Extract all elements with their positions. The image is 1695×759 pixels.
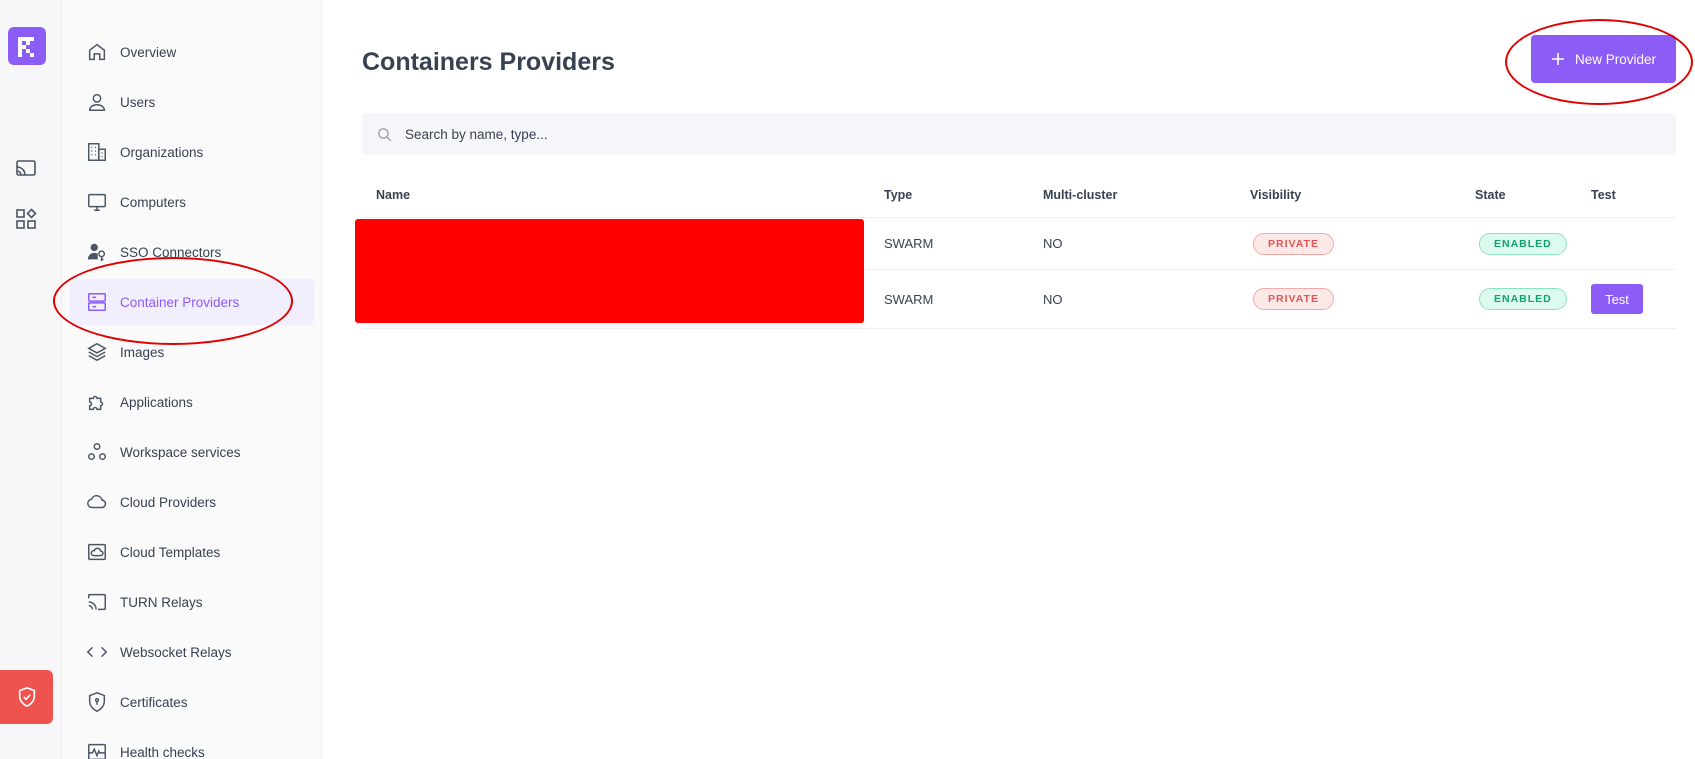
- sidebar-item-container-providers[interactable]: Container Providers: [70, 279, 314, 325]
- security-button[interactable]: [0, 670, 53, 724]
- cell-visibility: PRIVATE: [1253, 218, 1334, 269]
- code-icon: [86, 646, 108, 658]
- layers-icon: [87, 342, 107, 362]
- status-badge: ENABLED: [1479, 288, 1567, 310]
- sidebar-item-label: Workspace services: [120, 444, 241, 460]
- sidebar-item-sso-connectors[interactable]: SSO Connectors: [70, 229, 314, 275]
- sidebar-item-websocket-relays[interactable]: Websocket Relays: [70, 629, 314, 675]
- column-header-state[interactable]: State: [1475, 188, 1506, 202]
- pulse-icon: [88, 743, 106, 759]
- sidebar-item-turn-relays[interactable]: TURN Relays: [70, 579, 314, 625]
- new-provider-label: New Provider: [1574, 51, 1657, 67]
- home-icon: [88, 43, 106, 61]
- cloud-template-icon: [88, 543, 106, 561]
- sidebar-item-label: Users: [120, 94, 156, 110]
- search-icon: [378, 127, 392, 141]
- sidebar-item-label: Cloud Templates: [120, 544, 221, 560]
- sidebar-item-overview[interactable]: Overview: [70, 29, 314, 75]
- sidebar-item-certificates[interactable]: Certificates: [70, 679, 314, 725]
- search-input[interactable]: [405, 126, 1605, 142]
- sidebar-item-cloud-templates[interactable]: Cloud Templates: [70, 529, 314, 575]
- server-icon: [88, 293, 106, 311]
- user-icon: [88, 93, 106, 111]
- search-bar: [362, 113, 1676, 155]
- sidebar-item-health-checks[interactable]: Health checks: [70, 729, 314, 759]
- redaction-box: [355, 219, 864, 323]
- column-header-name[interactable]: Name: [376, 188, 410, 202]
- cell-state: ENABLED: [1479, 218, 1567, 269]
- cell-multi-cluster: NO: [1043, 236, 1063, 251]
- test-button[interactable]: Test: [1591, 284, 1643, 314]
- sidebar-item-users[interactable]: Users: [70, 79, 314, 125]
- sidebar-item-applications[interactable]: Applications: [70, 379, 314, 425]
- sidebar-item-label: Certificates: [120, 694, 188, 710]
- plus-icon: [1551, 53, 1564, 65]
- sidebar-item-label: Websocket Relays: [120, 644, 232, 660]
- sidebar: Overview Users Organizations Computers S…: [62, 0, 322, 759]
- sidebar-item-workspace-services[interactable]: Workspace services: [70, 429, 314, 475]
- sidebar-item-label: Overview: [120, 44, 177, 60]
- sidebar-item-label: Organizations: [120, 144, 204, 160]
- widgets-icon[interactable]: [14, 207, 38, 231]
- user-key-icon: [87, 243, 106, 262]
- cell-visibility: PRIVATE: [1253, 270, 1334, 328]
- cell-multi-cluster: NO: [1043, 291, 1063, 307]
- sidebar-item-label: Cloud Providers: [120, 494, 217, 510]
- sidebar-item-label: Applications: [120, 394, 193, 410]
- cast-icon[interactable]: [14, 157, 38, 181]
- cell-type: SWARM: [884, 236, 934, 251]
- cast-icon: [88, 593, 106, 611]
- sidebar-item-images[interactable]: Images: [70, 329, 314, 375]
- cloud-icon: [87, 494, 107, 509]
- monitor-icon: [88, 193, 106, 211]
- table-header: Name Type Multi-cluster Visibility State…: [362, 180, 1676, 218]
- main-content: Containers Providers New Provider Name T…: [322, 0, 1695, 759]
- sidebar-item-label: TURN Relays: [120, 594, 203, 610]
- new-provider-button[interactable]: New Provider: [1531, 35, 1676, 83]
- shield-icon: [88, 692, 106, 712]
- cell-state: ENABLED: [1479, 270, 1567, 328]
- sidebar-item-organizations[interactable]: Organizations: [70, 129, 314, 175]
- logo-icon: [18, 37, 34, 57]
- app-logo[interactable]: [8, 27, 46, 65]
- app-window: Overview Users Organizations Computers S…: [0, 0, 1695, 759]
- sidebar-item-label: Images: [120, 344, 165, 360]
- sidebar-item-label: Health checks: [120, 744, 205, 759]
- visibility-badge: PRIVATE: [1253, 232, 1334, 255]
- column-header-multi-cluster[interactable]: Multi-cluster: [1043, 188, 1117, 202]
- sidebar-item-label: Computers: [120, 194, 187, 210]
- sidebar-item-computers[interactable]: Computers: [70, 179, 314, 225]
- sidebar-item-cloud-providers[interactable]: Cloud Providers: [70, 479, 314, 525]
- column-header-type[interactable]: Type: [884, 188, 912, 202]
- page-title: Containers Providers: [362, 48, 615, 76]
- building-icon: [88, 143, 106, 161]
- icon-rail: [0, 0, 62, 759]
- visibility-badge: PRIVATE: [1253, 288, 1334, 310]
- shield-check-icon: [18, 686, 35, 708]
- cell-test: Test: [1591, 270, 1643, 328]
- circles-icon: [88, 443, 106, 461]
- column-header-visibility[interactable]: Visibility: [1250, 188, 1301, 202]
- cell-type: SWARM: [884, 291, 934, 307]
- puzzle-icon: [88, 395, 104, 411]
- sidebar-item-label: SSO Connectors: [120, 244, 222, 260]
- status-badge: ENABLED: [1479, 232, 1567, 255]
- column-header-test: Test: [1591, 188, 1616, 202]
- sidebar-item-label: Container Providers: [120, 294, 240, 310]
